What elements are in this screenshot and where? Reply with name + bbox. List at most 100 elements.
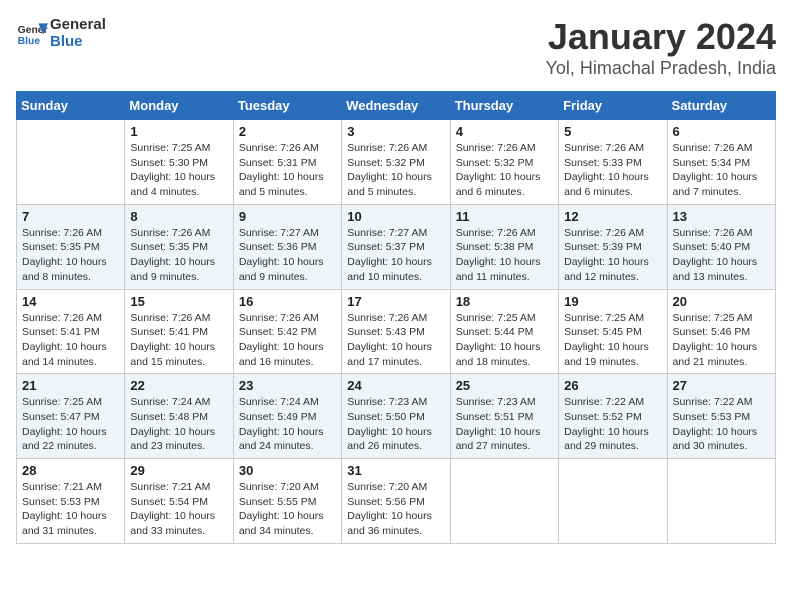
logo: General Blue General Blue xyxy=(16,16,106,50)
day-number: 7 xyxy=(22,209,119,224)
calendar-cell: 14 Sunrise: 7:26 AM Sunset: 5:41 PM Dayli… xyxy=(17,289,125,374)
calendar-cell: 23 Sunrise: 7:24 AM Sunset: 5:49 PM Dayli… xyxy=(233,374,341,459)
day-number: 20 xyxy=(673,294,770,309)
calendar-cell: 29 Sunrise: 7:21 AM Sunset: 5:54 PM Dayli… xyxy=(125,459,233,544)
day-number: 31 xyxy=(347,463,444,478)
calendar-table: SundayMondayTuesdayWednesdayThursdayFrid… xyxy=(16,91,776,544)
day-info: Sunrise: 7:26 AM Sunset: 5:35 PM Dayligh… xyxy=(130,226,227,285)
title-block: January 2024 Yol, Himachal Pradesh, Indi… xyxy=(546,16,776,79)
logo-general: General xyxy=(50,16,106,33)
calendar-week-row: 14 Sunrise: 7:26 AM Sunset: 5:41 PM Dayli… xyxy=(17,289,776,374)
day-number: 8 xyxy=(130,209,227,224)
calendar-cell: 24 Sunrise: 7:23 AM Sunset: 5:50 PM Dayli… xyxy=(342,374,450,459)
logo-blue: Blue xyxy=(50,33,106,50)
day-number: 25 xyxy=(456,378,553,393)
calendar-cell: 21 Sunrise: 7:25 AM Sunset: 5:47 PM Dayli… xyxy=(17,374,125,459)
calendar-cell xyxy=(667,459,775,544)
calendar-cell: 3Sunrise: 7:26 AM Sunset: 5:32 PM Daylig… xyxy=(342,120,450,205)
calendar-cell xyxy=(559,459,667,544)
day-number: 28 xyxy=(22,463,119,478)
calendar-cell: 27 Sunrise: 7:22 AM Sunset: 5:53 PM Dayli… xyxy=(667,374,775,459)
calendar-cell: 28 Sunrise: 7:21 AM Sunset: 5:53 PM Dayli… xyxy=(17,459,125,544)
calendar-cell: 10 Sunrise: 7:27 AM Sunset: 5:37 PM Dayli… xyxy=(342,204,450,289)
location-title: Yol, Himachal Pradesh, India xyxy=(546,58,776,79)
day-number: 19 xyxy=(564,294,661,309)
header-monday: Monday xyxy=(125,92,233,120)
day-number: 14 xyxy=(22,294,119,309)
calendar-cell: 13 Sunrise: 7:26 AM Sunset: 5:40 PM Dayli… xyxy=(667,204,775,289)
day-number: 4 xyxy=(456,124,553,139)
header-friday: Friday xyxy=(559,92,667,120)
calendar-cell: 15 Sunrise: 7:26 AM Sunset: 5:41 PM Dayli… xyxy=(125,289,233,374)
day-info: Sunrise: 7:27 AM Sunset: 5:37 PM Dayligh… xyxy=(347,226,444,285)
day-number: 21 xyxy=(22,378,119,393)
day-info: Sunrise: 7:26 AM Sunset: 5:32 PM Dayligh… xyxy=(456,141,553,200)
day-number: 1 xyxy=(130,124,227,139)
day-number: 23 xyxy=(239,378,336,393)
calendar-cell: 16 Sunrise: 7:26 AM Sunset: 5:42 PM Dayli… xyxy=(233,289,341,374)
day-info: Sunrise: 7:26 AM Sunset: 5:39 PM Dayligh… xyxy=(564,226,661,285)
day-number: 29 xyxy=(130,463,227,478)
calendar-cell: 7Sunrise: 7:26 AM Sunset: 5:35 PM Daylig… xyxy=(17,204,125,289)
calendar-cell: 6Sunrise: 7:26 AM Sunset: 5:34 PM Daylig… xyxy=(667,120,775,205)
calendar-week-row: 7 Sunrise: 7:26 AM Sunset: 5:35 PM Daylig… xyxy=(17,204,776,289)
day-info: Sunrise: 7:24 AM Sunset: 5:49 PM Dayligh… xyxy=(239,395,336,454)
calendar-cell: 31 Sunrise: 7:20 AM Sunset: 5:56 PM Dayli… xyxy=(342,459,450,544)
calendar-cell: 9Sunrise: 7:27 AM Sunset: 5:36 PM Daylig… xyxy=(233,204,341,289)
day-info: Sunrise: 7:26 AM Sunset: 5:41 PM Dayligh… xyxy=(130,311,227,370)
day-info: Sunrise: 7:21 AM Sunset: 5:53 PM Dayligh… xyxy=(22,480,119,539)
day-info: Sunrise: 7:24 AM Sunset: 5:48 PM Dayligh… xyxy=(130,395,227,454)
calendar-week-row: 1 Sunrise: 7:25 AM Sunset: 5:30 PM Daylig… xyxy=(17,120,776,205)
day-info: Sunrise: 7:21 AM Sunset: 5:54 PM Dayligh… xyxy=(130,480,227,539)
day-info: Sunrise: 7:25 AM Sunset: 5:47 PM Dayligh… xyxy=(22,395,119,454)
day-number: 13 xyxy=(673,209,770,224)
calendar-cell xyxy=(450,459,558,544)
calendar-week-row: 21 Sunrise: 7:25 AM Sunset: 5:47 PM Dayli… xyxy=(17,374,776,459)
day-info: Sunrise: 7:22 AM Sunset: 5:53 PM Dayligh… xyxy=(673,395,770,454)
svg-text:Blue: Blue xyxy=(18,36,41,47)
calendar-cell xyxy=(17,120,125,205)
calendar-cell: 4 Sunrise: 7:26 AM Sunset: 5:32 PM Daylig… xyxy=(450,120,558,205)
day-info: Sunrise: 7:25 AM Sunset: 5:30 PM Dayligh… xyxy=(130,141,227,200)
calendar-cell: 1 Sunrise: 7:25 AM Sunset: 5:30 PM Daylig… xyxy=(125,120,233,205)
day-info: Sunrise: 7:23 AM Sunset: 5:51 PM Dayligh… xyxy=(456,395,553,454)
day-info: Sunrise: 7:20 AM Sunset: 5:56 PM Dayligh… xyxy=(347,480,444,539)
day-number: 10 xyxy=(347,209,444,224)
day-number: 16 xyxy=(239,294,336,309)
calendar-cell: 25 Sunrise: 7:23 AM Sunset: 5:51 PM Dayli… xyxy=(450,374,558,459)
day-info: Sunrise: 7:26 AM Sunset: 5:38 PM Dayligh… xyxy=(456,226,553,285)
day-number: 6 xyxy=(673,124,770,139)
calendar-cell: 12Sunrise: 7:26 AM Sunset: 5:39 PM Dayli… xyxy=(559,204,667,289)
day-number: 18 xyxy=(456,294,553,309)
day-info: Sunrise: 7:25 AM Sunset: 5:44 PM Dayligh… xyxy=(456,311,553,370)
day-info: Sunrise: 7:26 AM Sunset: 5:40 PM Dayligh… xyxy=(673,226,770,285)
header-saturday: Saturday xyxy=(667,92,775,120)
calendar-cell: 17Sunrise: 7:26 AM Sunset: 5:43 PM Dayli… xyxy=(342,289,450,374)
calendar-week-row: 28 Sunrise: 7:21 AM Sunset: 5:53 PM Dayli… xyxy=(17,459,776,544)
day-number: 22 xyxy=(130,378,227,393)
calendar-cell: 22 Sunrise: 7:24 AM Sunset: 5:48 PM Dayli… xyxy=(125,374,233,459)
calendar-cell: 11 Sunrise: 7:26 AM Sunset: 5:38 PM Dayli… xyxy=(450,204,558,289)
day-number: 11 xyxy=(456,209,553,224)
header-sunday: Sunday xyxy=(17,92,125,120)
calendar-cell: 30Sunrise: 7:20 AM Sunset: 5:55 PM Dayli… xyxy=(233,459,341,544)
header-tuesday: Tuesday xyxy=(233,92,341,120)
logo-icon: General Blue xyxy=(16,17,48,49)
calendar-cell: 5Sunrise: 7:26 AM Sunset: 5:33 PM Daylig… xyxy=(559,120,667,205)
day-number: 27 xyxy=(673,378,770,393)
day-info: Sunrise: 7:23 AM Sunset: 5:50 PM Dayligh… xyxy=(347,395,444,454)
month-title: January 2024 xyxy=(546,16,776,58)
day-number: 24 xyxy=(347,378,444,393)
day-info: Sunrise: 7:25 AM Sunset: 5:46 PM Dayligh… xyxy=(673,311,770,370)
day-number: 26 xyxy=(564,378,661,393)
day-number: 2 xyxy=(239,124,336,139)
day-info: Sunrise: 7:26 AM Sunset: 5:41 PM Dayligh… xyxy=(22,311,119,370)
day-number: 9 xyxy=(239,209,336,224)
calendar-cell: 19Sunrise: 7:25 AM Sunset: 5:45 PM Dayli… xyxy=(559,289,667,374)
day-number: 17 xyxy=(347,294,444,309)
day-number: 30 xyxy=(239,463,336,478)
day-number: 15 xyxy=(130,294,227,309)
day-number: 3 xyxy=(347,124,444,139)
day-info: Sunrise: 7:26 AM Sunset: 5:42 PM Dayligh… xyxy=(239,311,336,370)
day-info: Sunrise: 7:22 AM Sunset: 5:52 PM Dayligh… xyxy=(564,395,661,454)
